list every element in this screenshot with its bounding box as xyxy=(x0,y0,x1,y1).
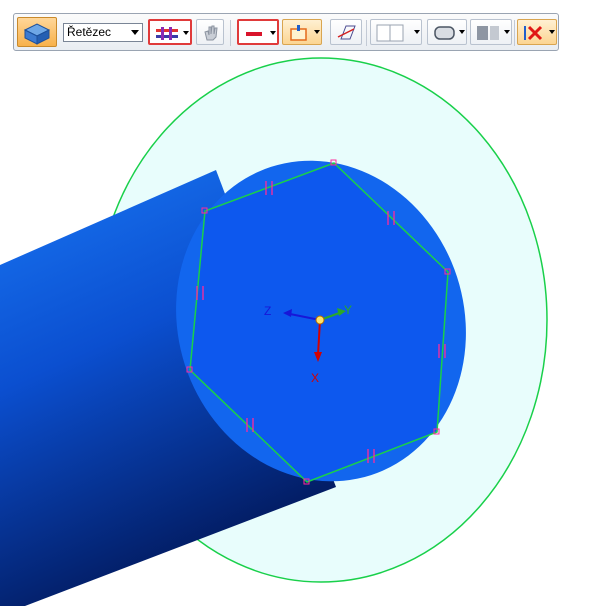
line-style-button[interactable] xyxy=(237,19,279,45)
delete-x-icon xyxy=(524,25,543,41)
dropdown-arrow-icon xyxy=(314,30,320,34)
y-axis-label: Y xyxy=(344,303,352,317)
pan-hand-icon xyxy=(204,25,218,41)
sketch-plane-icon xyxy=(290,25,307,41)
toolbar-separator xyxy=(230,20,231,46)
3d-viewport[interactable]: Z Y X xyxy=(0,55,590,606)
dropdown-arrow-icon xyxy=(183,31,189,35)
display-button[interactable] xyxy=(470,19,512,45)
selection-filter-value: Řetězec xyxy=(67,25,112,39)
part-view-icon xyxy=(23,23,51,45)
shape-icon xyxy=(434,26,455,40)
dropdown-arrow-icon xyxy=(459,30,465,34)
dropdown-arrow-icon xyxy=(414,30,420,34)
view-normal-button[interactable] xyxy=(330,19,362,45)
z-axis-label: Z xyxy=(264,304,271,318)
selection-filter-select[interactable]: Řetězec xyxy=(63,23,143,42)
toolbar-separator xyxy=(366,20,367,46)
display-icon xyxy=(477,26,499,40)
command-toolbar: Řetězec xyxy=(13,13,559,51)
line-style-icon xyxy=(246,32,262,36)
dropdown-arrow-icon xyxy=(549,30,555,34)
view-normal-icon xyxy=(337,25,356,40)
toolbar-separator xyxy=(514,20,515,46)
hand-tool-button[interactable] xyxy=(196,19,224,45)
relations-toggle-button[interactable] xyxy=(148,19,192,45)
origin-marker[interactable] xyxy=(315,315,325,325)
part-view-button[interactable] xyxy=(17,17,57,47)
x-axis-label: X xyxy=(311,371,319,385)
chevron-down-icon xyxy=(131,30,139,35)
relations-icon xyxy=(156,27,178,40)
layout-icon xyxy=(376,24,404,42)
dropdown-arrow-icon xyxy=(270,31,276,35)
dropdown-arrow-icon xyxy=(504,30,510,34)
layout-button[interactable] xyxy=(370,19,422,45)
shape-button[interactable] xyxy=(427,19,467,45)
sketch-plane-button[interactable] xyxy=(282,19,322,45)
delete-button[interactable] xyxy=(517,19,557,45)
